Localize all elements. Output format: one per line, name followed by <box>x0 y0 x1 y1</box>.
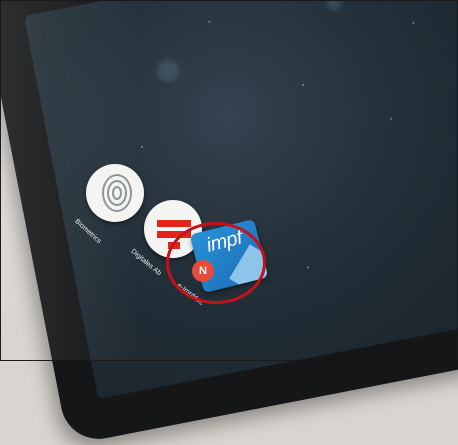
app-icon-tile <box>86 164 144 222</box>
wallpaper-star <box>390 117 393 120</box>
red-highlight-circle <box>166 222 266 304</box>
fingerprint-core <box>112 186 122 200</box>
wallpaper-bokeh <box>326 0 343 12</box>
wallpaper-star <box>306 266 310 269</box>
wallpaper-star <box>412 21 415 25</box>
wallpaper-star <box>140 145 144 149</box>
wallpaper-bokeh <box>155 57 181 84</box>
wallpaper-star <box>302 83 305 87</box>
wallpaper-star <box>208 20 211 23</box>
